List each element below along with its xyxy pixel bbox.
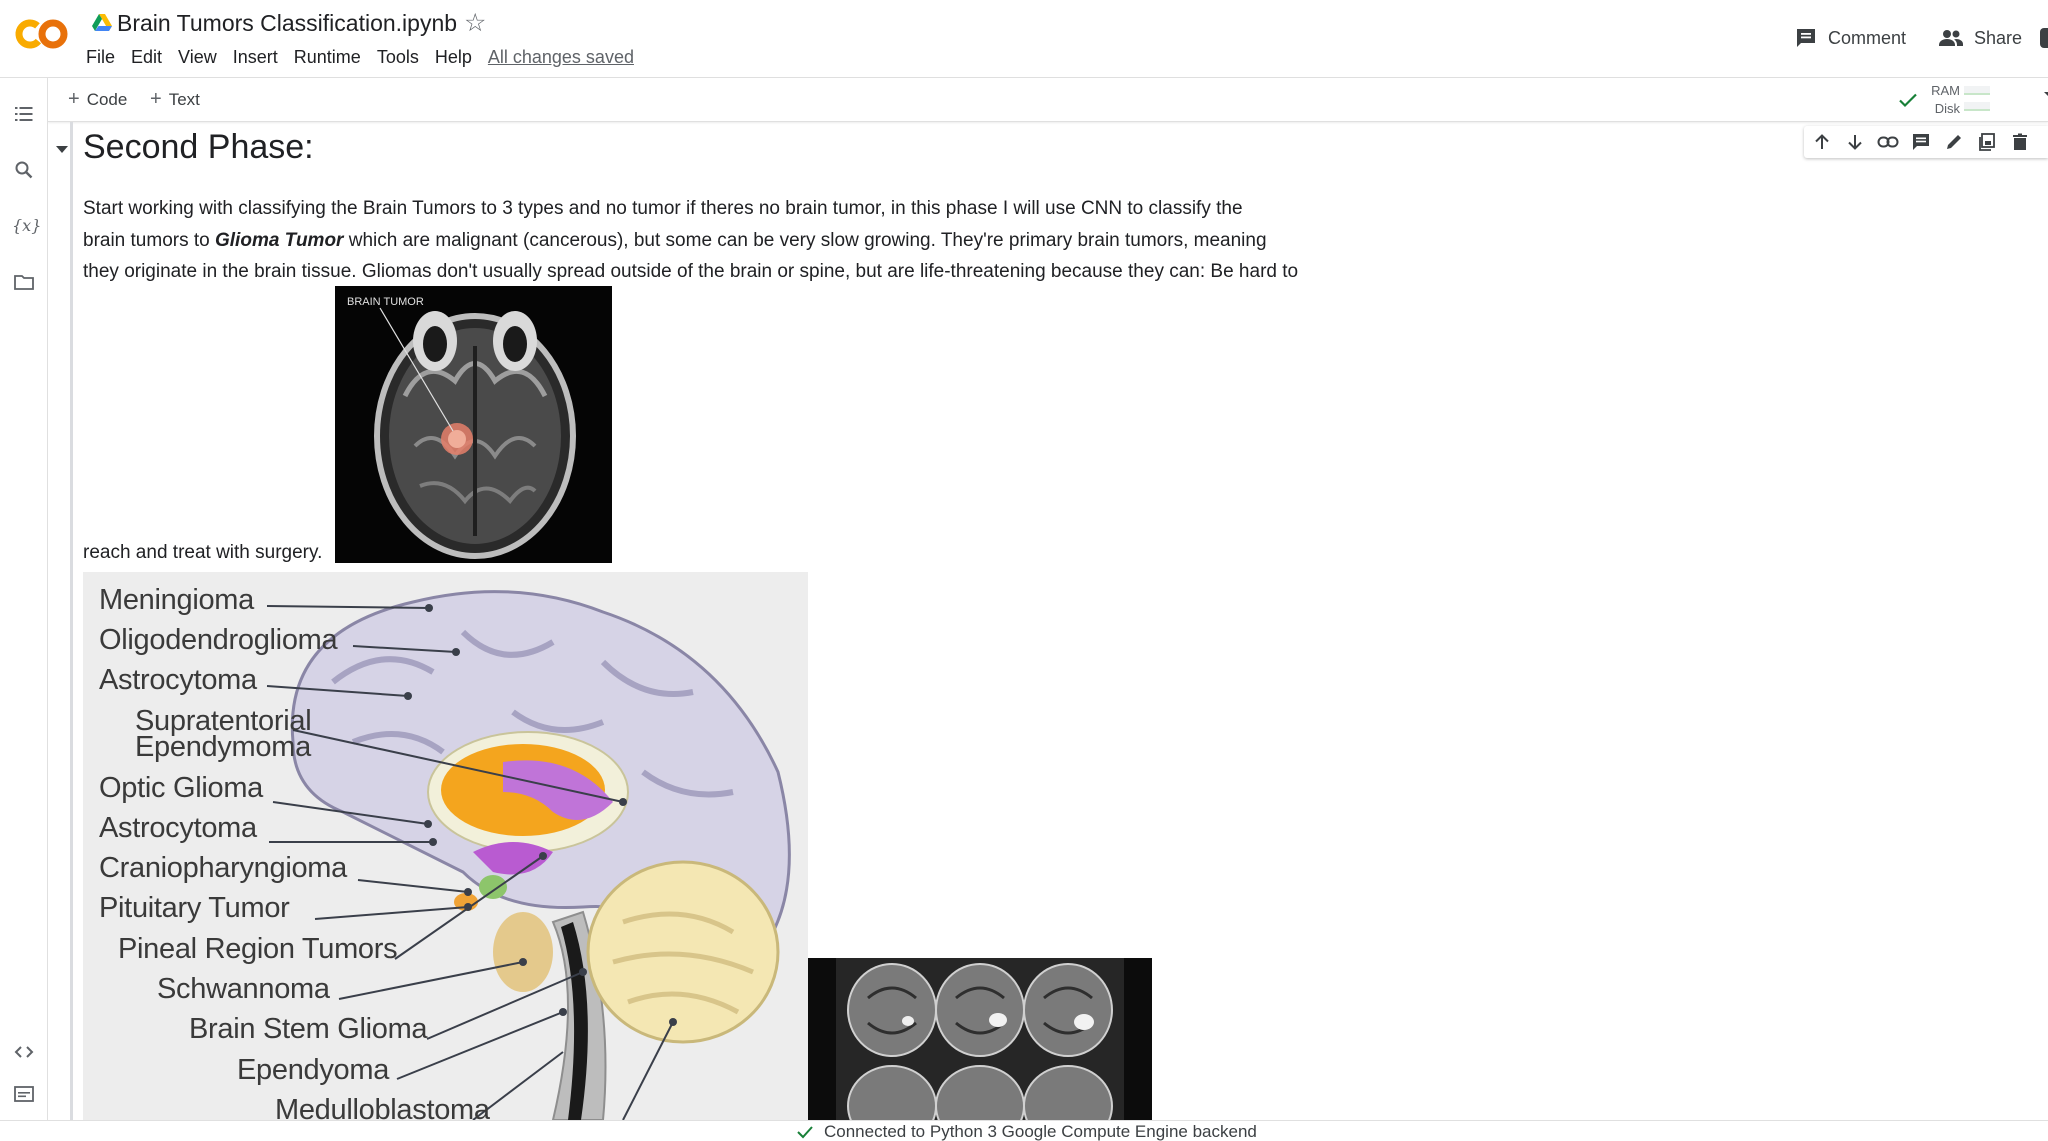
menu-runtime[interactable]: Runtime [294, 47, 361, 69]
paragraph-text: brain tumors to [83, 229, 215, 251]
move-up-icon[interactable] [1810, 130, 1834, 154]
collapse-section-icon[interactable] [56, 146, 68, 153]
diagram-label: Pineal Region Tumors [118, 933, 398, 965]
edit-icon[interactable] [1942, 130, 1966, 154]
disk-label: Disk [1934, 101, 1960, 116]
glioma-tumor-emphasis: Glioma Tumor [215, 229, 344, 251]
mri-grid-graphic [808, 958, 1152, 1120]
diagram-label: Oligodendroglioma [99, 624, 338, 656]
chevron-down-icon[interactable] [2044, 92, 2048, 98]
plus-icon: + [68, 88, 80, 110]
section-heading: Second Phase: [83, 128, 314, 166]
menu-tools[interactable]: Tools [377, 47, 419, 69]
cell-paragraph: Start working with classifying the Brain… [83, 193, 1343, 288]
connection-status-text: Connected to Python 3 Google Compute Eng… [824, 1122, 1257, 1141]
comment-icon [1797, 29, 1815, 47]
paragraph-text: which are malignant (cancerous), but som… [343, 229, 1267, 251]
diagram-label: Optic Glioma [99, 772, 263, 804]
add-text-label: Text [168, 90, 200, 109]
mri-scan-graphic [374, 307, 576, 559]
cell-toolbar [1804, 126, 2048, 158]
comment-icon[interactable] [1909, 130, 1933, 154]
people-icon [1939, 30, 1963, 46]
comment-label: Comment [1828, 27, 1907, 48]
comment-button[interactable]: Comment [1794, 22, 1906, 54]
notebook-toolbar: + Code + Text RAM Disk [48, 78, 2048, 122]
link-icon[interactable] [1876, 130, 1900, 154]
mirror-cell-icon[interactable] [1975, 130, 1999, 154]
share-button[interactable]: Share [1938, 22, 2022, 54]
diagram-label: Ependyoma [237, 1054, 390, 1086]
app-header: Brain Tumors Classification.ipynb ☆ File… [0, 0, 2048, 78]
menu-help[interactable]: Help [435, 47, 472, 69]
check-icon [797, 1126, 813, 1139]
menu-insert[interactable]: Insert [233, 47, 278, 69]
mri-scan-grid-image [808, 958, 1152, 1120]
diagram-label: Medulloblastoma [275, 1094, 490, 1120]
diagram-label: Ependymoma [135, 731, 311, 763]
colab-logo[interactable] [14, 14, 70, 54]
connected-check-icon [1899, 93, 1917, 108]
ram-label: RAM [1931, 83, 1960, 98]
settings-icon[interactable] [2040, 28, 2048, 48]
paragraph-line: they originate in the brain tissue. Glio… [83, 261, 1299, 282]
diagram-label: Craniopharyngioma [99, 852, 347, 884]
save-status-link[interactable]: All changes saved [488, 47, 634, 69]
status-bar: Connected to Python 3 Google Compute Eng… [0, 1120, 2048, 1141]
brain-tumor-types-diagram: Meningioma Oligodendroglioma Astrocytoma… [83, 572, 808, 1120]
brain-tumor-mri-image: BRAIN TUMOR [335, 286, 612, 563]
code-snippets-icon[interactable] [12, 1040, 36, 1064]
search-icon[interactable] [12, 158, 36, 182]
add-code-label: Code [86, 90, 128, 109]
mri-label: BRAIN TUMOR [347, 296, 424, 308]
ram-usage-bar [1964, 86, 1990, 95]
diagram-label: Astrocytoma [99, 812, 257, 844]
move-down-icon[interactable] [1843, 130, 1867, 154]
paragraph-line: reach and treat with surgery. [83, 542, 323, 563]
menu-view[interactable]: View [178, 47, 217, 69]
folder-icon[interactable] [12, 270, 36, 294]
toc-icon[interactable] [12, 102, 36, 126]
cell-focus-bar [70, 122, 73, 1120]
menu-edit[interactable]: Edit [131, 47, 162, 69]
share-label: Share [1974, 27, 2023, 48]
add-code-button[interactable]: + Code [68, 88, 127, 111]
paragraph-line: Start working with classifying the Brain… [83, 198, 1243, 219]
resource-labels[interactable]: RAM Disk [1924, 82, 1960, 118]
disk-usage-bar [1964, 102, 1990, 111]
variables-icon[interactable]: {x} [12, 214, 41, 238]
add-text-button[interactable]: + Text [150, 88, 200, 111]
terminal-icon[interactable] [12, 1082, 36, 1106]
left-sidebar: {x} [0, 78, 48, 1120]
plus-icon: + [150, 88, 162, 110]
notebook-title[interactable]: Brain Tumors Classification.ipynb [117, 10, 457, 37]
menu-bar: File Edit View Insert Runtime Tools Help… [86, 47, 650, 69]
diagram-label: Astrocytoma [99, 664, 257, 696]
delete-icon[interactable] [2008, 130, 2032, 154]
diagram-label: Brain Stem Glioma [189, 1013, 428, 1045]
google-drive-icon [92, 14, 112, 31]
paragraph-line: brain tumors to Glioma Tumor which are m… [83, 225, 1343, 257]
diagram-label: Schwannoma [157, 973, 330, 1005]
diagram-label: Meningioma [99, 584, 254, 616]
star-icon[interactable]: ☆ [464, 9, 486, 37]
menu-file[interactable]: File [86, 47, 115, 69]
diagram-label: Pituitary Tumor [99, 892, 290, 924]
